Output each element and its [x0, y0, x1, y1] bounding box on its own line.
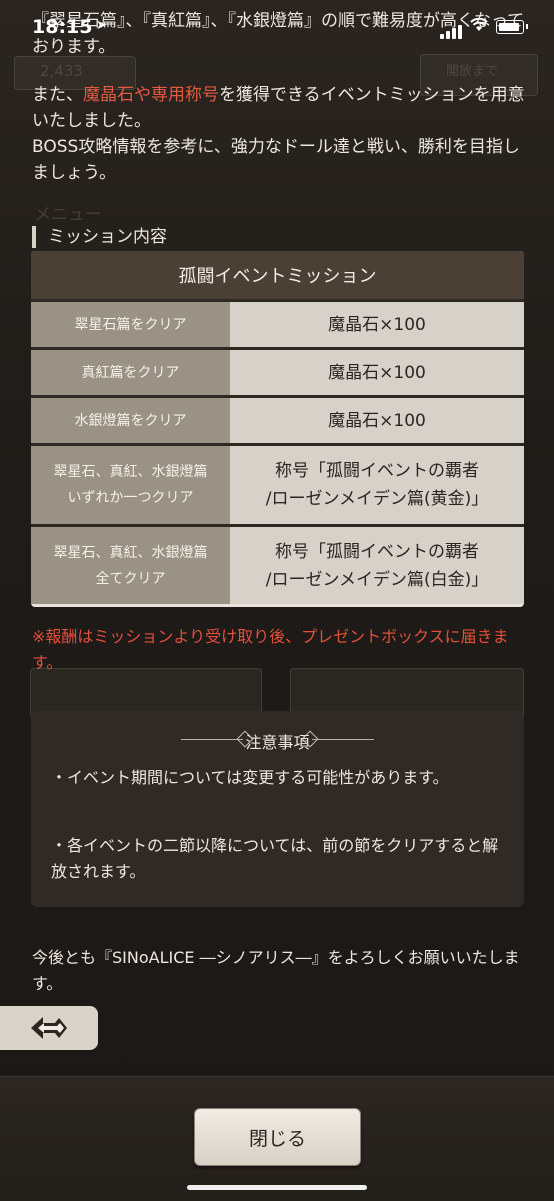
mission-condition: 翠星石、真紅、水銀燈篇 全てクリア	[31, 527, 230, 604]
table-row: 翠星石、真紅、水銀燈篇 いずれか一つクリア 称号「孤闘イベントの覇者/ローゼンメイ…	[31, 443, 524, 524]
mission-reward: 魔晶石×100	[230, 302, 524, 347]
home-indicator[interactable]	[187, 1185, 367, 1190]
intro-highlight: 魔晶石や専用称号	[83, 85, 219, 105]
back-button[interactable]	[0, 1006, 98, 1050]
background-until: 開放まで	[446, 64, 499, 79]
caution-box: 注意事項 ・イベント期間については変更する可能性があります。 ・各イベントの二節…	[31, 711, 524, 907]
intro-paragraph-events: また、魔晶石や専用称号を獲得できるイベントミッションを用意いたしました。	[32, 82, 526, 134]
condition-line: 全てクリア	[95, 570, 166, 587]
battery-icon	[496, 20, 528, 34]
mission-table-header: 孤闘イベントミッション	[31, 251, 524, 299]
table-row: 翠星石篇をクリア 魔晶石×100	[31, 299, 524, 347]
table-row: 翠星石、真紅、水銀燈篇 全てクリア 称号「孤闘イベントの覇者/ローゼンメイデン篇(…	[31, 524, 524, 604]
mission-table: 孤闘イベントミッション 翠星石篇をクリア 魔晶石×100 真紅篇をクリア 魔晶石…	[31, 251, 524, 607]
caution-title: 注意事項	[245, 733, 310, 752]
background-currency: 2,433	[40, 62, 83, 80]
reward-line: 称号「孤闘イベントの覇者	[274, 461, 479, 481]
table-row: 真紅篇をクリア 魔晶石×100	[31, 347, 524, 395]
mission-condition: 翠星石、真紅、水銀燈篇 いずれか一つクリア	[31, 446, 230, 524]
reward-note: ※報酬はミッションより受け取り後、プレゼントボックスに届きます。	[32, 627, 509, 672]
background-menu: メニュー	[34, 205, 102, 225]
location-arrow-icon: ➤	[96, 18, 107, 33]
condition-line: 翠星石、真紅、水銀燈篇	[53, 464, 208, 480]
mission-condition: 翠星石篇をクリア	[31, 302, 230, 347]
intro-text: また、	[32, 85, 83, 105]
reward-line: /ローゼンメイデン篇(白金)」	[265, 569, 489, 590]
mission-condition: 水銀燈篇をクリア	[31, 398, 230, 443]
closing-message: 今後とも『SINoALICE ―シノアリス―』をよろしくお願いいたします。	[32, 948, 520, 993]
table-row: 水銀燈篇をクリア 魔晶石×100	[31, 395, 524, 443]
wifi-icon	[470, 17, 488, 36]
reward-line: /ローゼンメイデン篇(黄金)」	[265, 489, 489, 509]
close-button[interactable]: 閉じる	[194, 1108, 361, 1166]
caution-item: ・各イベントの二節以降については、前の節をクリアすると解放されます。	[51, 836, 499, 881]
status-bar: 18:15 ➤	[0, 0, 554, 44]
caution-item: ・イベント期間については変更する可能性があります。	[51, 768, 449, 787]
mission-reward: 称号「孤闘イベントの覇者/ローゼンメイデン篇(白金)」	[230, 527, 524, 604]
mission-reward: 称号「孤闘イベントの覇者/ローゼンメイデン篇(黄金)」	[230, 446, 524, 524]
mission-reward: 魔晶石×100	[230, 350, 524, 395]
divider	[312, 739, 374, 740]
condition-line: 翠星石、真紅、水銀燈篇	[53, 544, 208, 561]
mission-reward: 魔晶石×100	[230, 398, 524, 443]
back-arrow-icon	[31, 1017, 67, 1039]
signal-icon	[440, 20, 464, 39]
intro-paragraph-boss: BOSS攻略情報を参考に、強力なドール達と戦い、勝利を目指しましょう。	[32, 137, 520, 183]
mission-condition: 真紅篇をクリア	[31, 350, 230, 395]
section-label: ミッション内容	[32, 226, 167, 248]
reward-line: 称号「孤闘イベントの覇者	[274, 541, 479, 562]
condition-line: いずれか一つクリア	[67, 490, 194, 506]
status-time: 18:15	[32, 16, 93, 38]
